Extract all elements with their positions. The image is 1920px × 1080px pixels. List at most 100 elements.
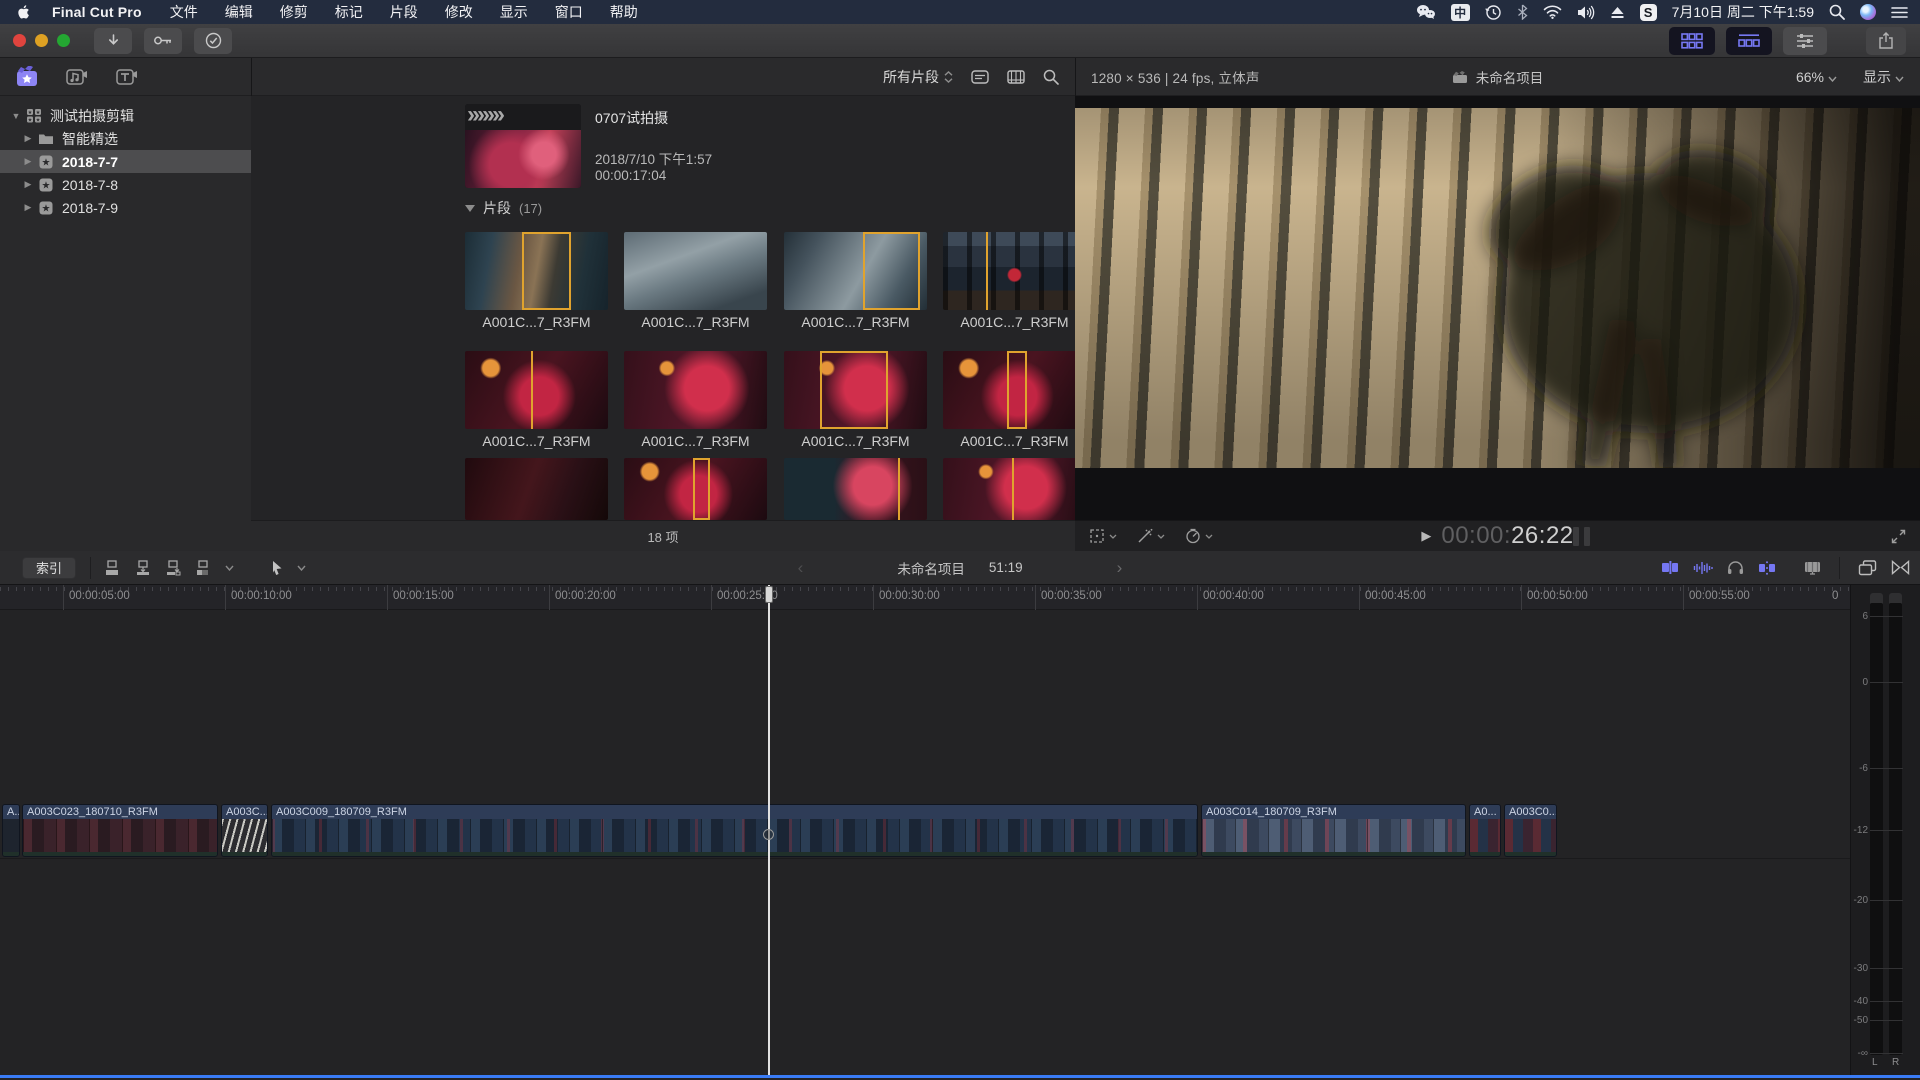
import-media-button[interactable] — [94, 28, 132, 54]
shadowsocks-icon[interactable]: S — [1640, 4, 1657, 21]
bluetooth-icon[interactable] — [1517, 4, 1528, 20]
background-tasks-button[interactable] — [194, 28, 232, 54]
favorite-range-marker[interactable] — [986, 232, 988, 310]
edit-options-chevron-icon[interactable] — [225, 565, 234, 571]
timeline-clip[interactable]: A003C009_180709_R3FM — [271, 804, 1198, 857]
clip-thumbnail[interactable] — [465, 232, 608, 310]
zoom-button[interactable] — [57, 34, 70, 47]
select-tool-icon[interactable] — [270, 560, 284, 576]
apple-menu-icon[interactable] — [16, 4, 32, 20]
timeline-view-button[interactable] — [1726, 27, 1772, 55]
menu-item[interactable]: 编辑 — [225, 2, 253, 22]
search-icon[interactable] — [1043, 69, 1059, 85]
menu-item[interactable]: 片段 — [390, 2, 418, 22]
clip-thumbnail[interactable] — [943, 351, 1075, 429]
menu-item[interactable]: 标记 — [335, 2, 363, 22]
transitions-browser-icon[interactable] — [1891, 560, 1910, 575]
app-menu[interactable]: Final Cut Pro — [52, 4, 142, 20]
sidebar-item-2018-7-7[interactable]: ▶★2018-7-7 — [0, 150, 251, 173]
retime-dropdown[interactable] — [1185, 528, 1213, 544]
clips-section-header[interactable]: 片段 (17) — [465, 198, 542, 218]
clip-thumbnail[interactable] — [943, 232, 1075, 310]
skimming-toggle-icon[interactable] — [1661, 561, 1679, 574]
timeline-clip[interactable]: A003C0... — [1504, 804, 1557, 857]
disclosure-triangle[interactable]: ▶ — [20, 133, 36, 144]
clip-thumbnail[interactable] — [465, 458, 608, 520]
keyword-editor-button[interactable] — [144, 28, 182, 54]
clip-thumbnail[interactable] — [784, 458, 927, 520]
sidebar-item-2018-7-8[interactable]: ▶★2018-7-8 — [0, 173, 251, 196]
overwrite-edit-icon[interactable] — [195, 560, 212, 576]
clip-thumbnail[interactable] — [624, 351, 767, 429]
project-thumbnail[interactable]: ››››››› — [465, 104, 581, 188]
append-edit-icon[interactable] — [165, 560, 182, 576]
input-method-icon[interactable]: 中 — [1451, 4, 1470, 21]
index-button[interactable]: 索引 — [22, 557, 76, 579]
clip-thumbnail[interactable] — [465, 351, 608, 429]
effects-browser-icon[interactable] — [1858, 560, 1877, 576]
connect-edit-icon[interactable] — [105, 560, 122, 576]
favorite-range-marker[interactable] — [820, 351, 889, 429]
favorite-range-marker[interactable] — [1012, 458, 1014, 520]
filmstrip-view-icon[interactable] — [1007, 70, 1025, 84]
favorite-range-marker[interactable] — [863, 232, 920, 310]
wifi-icon[interactable] — [1543, 5, 1562, 19]
next-project-icon[interactable]: › — [1117, 558, 1123, 578]
insert-edit-icon[interactable] — [135, 560, 152, 576]
playhead-handle[interactable] — [765, 586, 773, 603]
favorite-range-marker[interactable] — [1007, 351, 1027, 429]
timeline-bottom-scrollbar[interactable] — [0, 1075, 1920, 1078]
clip-info-toggle-icon[interactable] — [971, 70, 989, 84]
timeline-clip[interactable]: A003C023_180710_R3FM — [22, 804, 218, 857]
clip-thumbnail[interactable] — [624, 232, 767, 310]
playhead[interactable] — [768, 585, 770, 1075]
menu-clock[interactable]: 7月10日 周二 下午1:59 — [1672, 2, 1814, 22]
tool-chevron-icon[interactable] — [297, 565, 306, 571]
favorite-range-marker[interactable] — [693, 458, 710, 520]
clip-thumbnail[interactable] — [943, 458, 1075, 520]
sidebar-item-2018-7-9[interactable]: ▶★2018-7-9 — [0, 196, 251, 219]
eject-icon[interactable] — [1610, 6, 1625, 19]
audio-skimming-toggle-icon[interactable] — [1693, 561, 1713, 575]
favorite-range-marker[interactable] — [898, 458, 900, 520]
clip-thumbnail[interactable] — [784, 351, 927, 429]
timeline-project-name[interactable]: 未命名项目 — [897, 558, 965, 578]
timeline-clip[interactable]: A... — [2, 804, 20, 857]
snapping-toggle-icon[interactable] — [1758, 561, 1776, 575]
inspector-button[interactable] — [1783, 27, 1827, 55]
timeline-ruler[interactable]: 00:00:05:0000:00:10:0000:00:15:0000:00:2… — [0, 585, 1850, 610]
siri-icon[interactable] — [1860, 4, 1876, 20]
project-title[interactable]: 0707试拍摄 — [595, 108, 668, 128]
transform-crop-dropdown[interactable] — [1089, 528, 1117, 544]
previous-project-icon[interactable]: ‹ — [798, 558, 804, 578]
menu-item[interactable]: 帮助 — [610, 2, 638, 22]
time-machine-icon[interactable] — [1485, 4, 1502, 21]
sidebar-item-智能精选[interactable]: ▶智能精选 — [0, 127, 251, 150]
menu-item[interactable]: 文件 — [170, 2, 198, 22]
menu-item[interactable]: 修剪 — [280, 2, 308, 22]
notification-center-icon[interactable] — [1891, 6, 1908, 19]
timeline-clip[interactable]: A003C... — [221, 804, 268, 857]
disclosure-triangle[interactable]: ▶ — [20, 179, 36, 190]
timeline-clip[interactable]: A003C014_180709_R3FM — [1201, 804, 1466, 857]
fullscreen-icon[interactable] — [1891, 529, 1920, 544]
share-button[interactable] — [1866, 27, 1906, 55]
browser-view-button[interactable] — [1669, 27, 1715, 55]
photos-audio-tab[interactable] — [64, 65, 90, 89]
favorite-range-marker[interactable] — [522, 232, 571, 310]
wechat-icon[interactable] — [1416, 4, 1436, 20]
close-button[interactable] — [13, 34, 26, 47]
spotlight-icon[interactable] — [1829, 4, 1845, 20]
menu-item[interactable]: 修改 — [445, 2, 473, 22]
clip-thumbnail[interactable] — [784, 232, 927, 310]
disclosure-triangle[interactable]: ▶ — [20, 202, 36, 213]
titles-generators-tab[interactable] — [114, 65, 140, 89]
disclosure-triangle[interactable]: ▼ — [8, 111, 24, 121]
clip-thumbnail[interactable] — [624, 458, 767, 520]
mini-audio-meters[interactable] — [1573, 527, 1590, 546]
media-sidebar-tab[interactable] — [14, 65, 40, 89]
disclosure-triangle[interactable]: ▶ — [20, 156, 36, 167]
volume-icon[interactable] — [1577, 5, 1595, 20]
timeline-clip[interactable]: A0... — [1469, 804, 1501, 857]
timeline-area[interactable]: 00:00:05:0000:00:10:0000:00:15:0000:00:2… — [0, 585, 1850, 1075]
